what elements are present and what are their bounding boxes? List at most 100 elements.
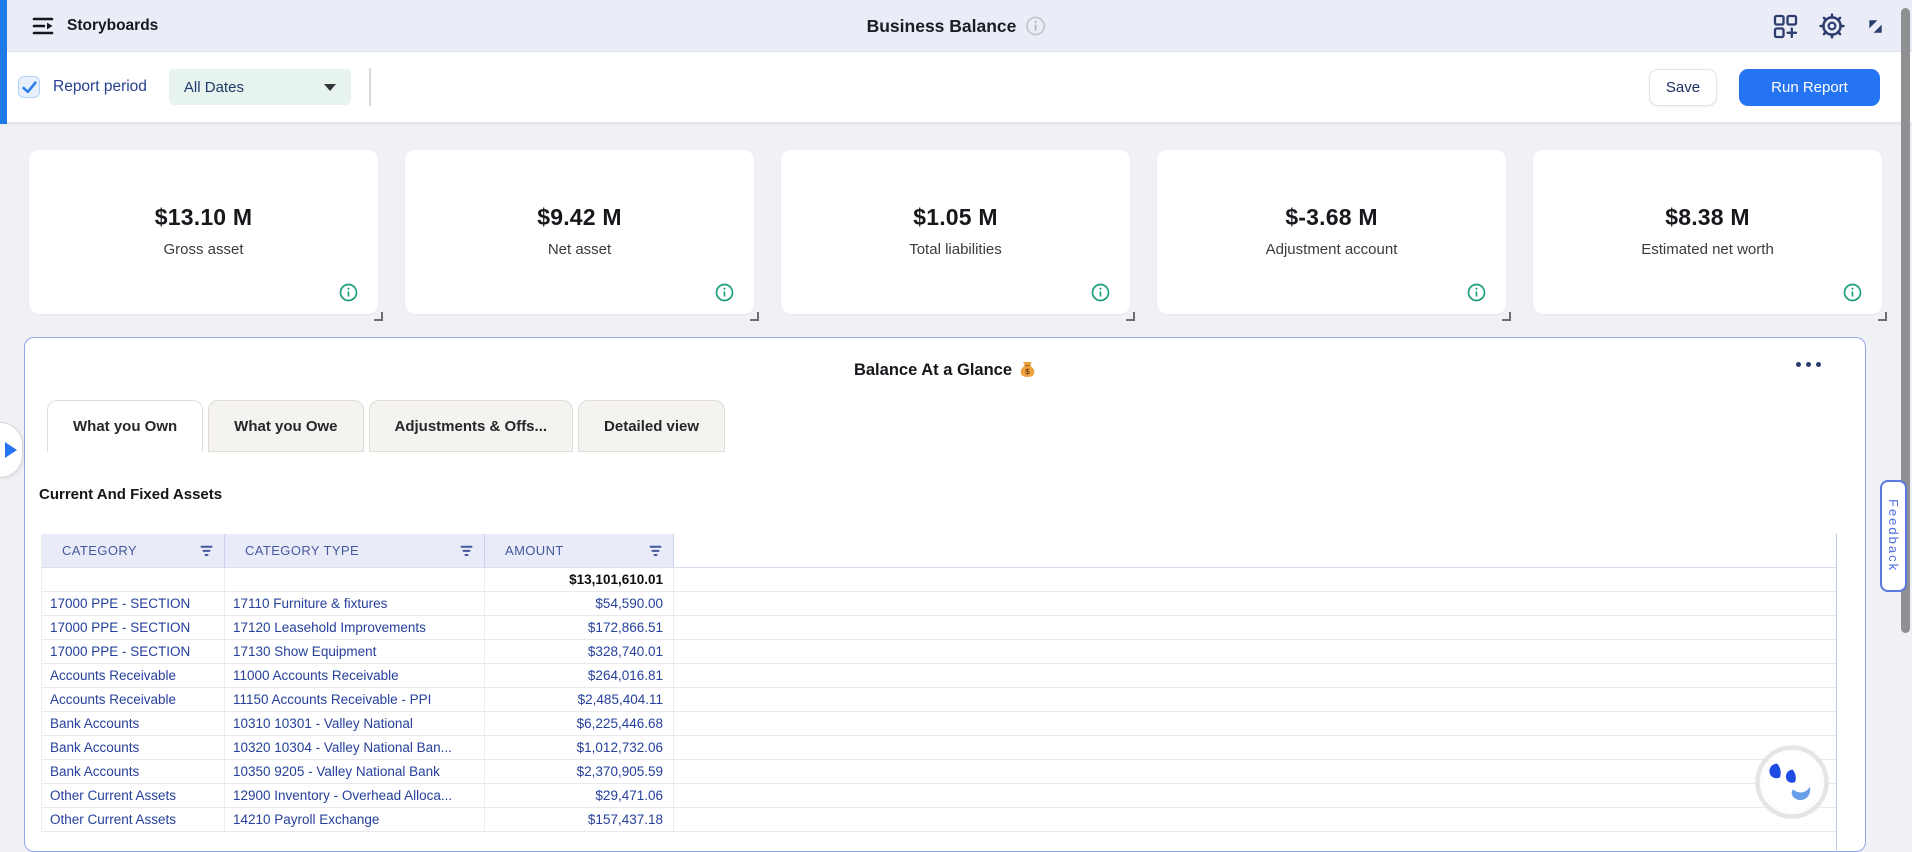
report-period-dropdown[interactable]: All Dates (169, 69, 351, 105)
kpi-card: $-3.68 M Adjustment account (1157, 150, 1506, 314)
report-period-value: All Dates (184, 79, 244, 96)
table-row[interactable]: Other Current Assets 12900 Inventory - O… (42, 784, 1836, 808)
cell-category-type: 11150 Accounts Receivable - PPI (225, 688, 485, 711)
kpi-label: Adjustment account (1157, 241, 1506, 258)
kpi-value: $13.10 M (29, 150, 378, 231)
kpi-value: $8.38 M (1533, 150, 1882, 231)
panel-title-text: Balance At a Glance (854, 361, 1012, 379)
kpi-value: $-3.68 M (1157, 150, 1506, 231)
add-widget-button[interactable] (1772, 13, 1799, 40)
cell-category: Bank Accounts (42, 736, 225, 759)
cell-category-type: 11000 Accounts Receivable (225, 664, 485, 687)
cell-amount: $264,016.81 (485, 664, 674, 687)
report-toolbar: Report period All Dates Save Run Report (0, 52, 1912, 122)
cell-amount: $2,485,404.11 (485, 688, 674, 711)
report-period-checkbox[interactable] (18, 76, 40, 98)
header-filler (674, 534, 1836, 567)
panel-menu-button[interactable] (1792, 358, 1825, 371)
balance-at-a-glance-panel: Balance At a Glance $ What you Own What … (24, 337, 1866, 852)
sidebar-expander-button[interactable] (0, 422, 23, 478)
cell-category-type (225, 568, 485, 591)
info-icon (1843, 283, 1862, 302)
cell-category-type: 12900 Inventory - Overhead Alloca... (225, 784, 485, 807)
panel-tab[interactable]: Adjustments & Offs... (369, 400, 574, 452)
fullscreen-button[interactable] (1865, 16, 1886, 37)
cell-category: Other Current Assets (42, 808, 225, 831)
cell-amount: $6,225,446.68 (485, 712, 674, 735)
table-row[interactable]: 17000 PPE - SECTION 17120 Leasehold Impr… (42, 616, 1836, 640)
kpi-label: Net asset (405, 241, 754, 258)
table-right-border (1836, 534, 1837, 852)
table-row[interactable]: Accounts Receivable 11000 Accounts Recei… (42, 664, 1836, 688)
info-icon (1467, 283, 1486, 302)
cell-category: 17000 PPE - SECTION (42, 616, 225, 639)
cell-category: Accounts Receivable (42, 688, 225, 711)
table-row[interactable]: Accounts Receivable 11150 Accounts Recei… (42, 688, 1836, 712)
table-row[interactable]: Bank Accounts 10320 10304 - Valley Natio… (42, 736, 1836, 760)
column-header[interactable]: AMOUNT (485, 534, 674, 567)
kpi-label: Estimated net worth (1533, 241, 1882, 258)
table-body: $13,101,610.01 17000 PPE - SECTION 17110… (42, 568, 1836, 832)
table-row[interactable]: Bank Accounts 10350 9205 - Valley Nation… (42, 760, 1836, 784)
assistant-logo-button[interactable] (1755, 745, 1829, 819)
ellipsis-menu-icon (1796, 362, 1801, 367)
kpi-info-button[interactable] (1843, 283, 1862, 302)
card-resize-handle[interactable] (1878, 312, 1887, 321)
kpi-info-button[interactable] (715, 283, 734, 302)
assets-table: CATEGORY CATEGORY TYPE AMOUNT $13,101,61… (41, 534, 1836, 832)
expand-icon (1865, 16, 1886, 37)
kpi-info-button[interactable] (1467, 283, 1486, 302)
cell-amount: $1,012,732.06 (485, 736, 674, 759)
cell-category-type: 10310 10301 - Valley National (225, 712, 485, 735)
cell-category-type: 10350 9205 - Valley National Bank (225, 760, 485, 783)
card-resize-handle[interactable] (1126, 312, 1135, 321)
table-row[interactable]: 17000 PPE - SECTION 17130 Show Equipment… (42, 640, 1836, 664)
cell-amount: $2,370,905.59 (485, 760, 674, 783)
column-header[interactable]: CATEGORY (42, 534, 225, 567)
top-bar: Storyboards Business Balance (0, 0, 1912, 52)
save-button[interactable]: Save (1649, 69, 1717, 106)
filter-icon[interactable] (459, 545, 474, 557)
table-row[interactable]: 17000 PPE - SECTION 17110 Furniture & fi… (42, 592, 1836, 616)
feedback-tab[interactable]: Feedback (1880, 480, 1907, 592)
run-report-button[interactable]: Run Report (1739, 69, 1880, 106)
kpi-card: $8.38 M Estimated net worth (1533, 150, 1882, 314)
settings-button[interactable] (1818, 12, 1846, 40)
title-info-icon[interactable] (1025, 16, 1045, 36)
card-resize-handle[interactable] (374, 312, 383, 321)
tab-label: Adjustments & Offs... (395, 418, 548, 435)
cell-amount: $54,590.00 (485, 592, 674, 615)
info-icon (1091, 283, 1110, 302)
storyboards-menu-button[interactable]: Storyboards (30, 14, 158, 38)
column-header-label: CATEGORY (62, 543, 137, 558)
filter-icon[interactable] (199, 545, 214, 557)
active-nav-stripe (0, 0, 7, 124)
kpi-value: $9.42 M (405, 150, 754, 231)
table-row[interactable]: Other Current Assets 14210 Payroll Excha… (42, 808, 1836, 832)
kpi-cards-row: $13.10 M Gross asset $9.42 M Net asset $… (29, 150, 1882, 314)
kpi-label: Total liabilities (781, 241, 1130, 258)
info-icon (339, 283, 358, 302)
cell-category: Bank Accounts (42, 760, 225, 783)
tab-label: What you Owe (234, 418, 337, 435)
panel-tab[interactable]: What you Owe (208, 400, 363, 452)
column-header[interactable]: CATEGORY TYPE (225, 534, 485, 567)
filter-icon[interactable] (648, 545, 663, 557)
card-resize-handle[interactable] (1502, 312, 1511, 321)
kpi-card: $9.42 M Net asset (405, 150, 754, 314)
kpi-info-button[interactable] (339, 283, 358, 302)
table-total-row: $13,101,610.01 (42, 568, 1836, 592)
panel-tab[interactable]: What you Own (47, 400, 203, 452)
kpi-value: $1.05 M (781, 150, 1130, 231)
page-title: Business Balance (867, 16, 1017, 37)
card-resize-handle[interactable] (750, 312, 759, 321)
settings-gear-icon (1818, 12, 1846, 40)
table-row[interactable]: Bank Accounts 10310 10301 - Valley Natio… (42, 712, 1836, 736)
panel-tab[interactable]: Detailed view (578, 400, 725, 452)
panel-title: Balance At a Glance $ (25, 361, 1865, 383)
cell-category-type: 14210 Payroll Exchange (225, 808, 485, 831)
cell-amount: $172,866.51 (485, 616, 674, 639)
check-icon (22, 81, 37, 94)
kpi-info-button[interactable] (1091, 283, 1110, 302)
svg-text:$: $ (1025, 367, 1031, 376)
